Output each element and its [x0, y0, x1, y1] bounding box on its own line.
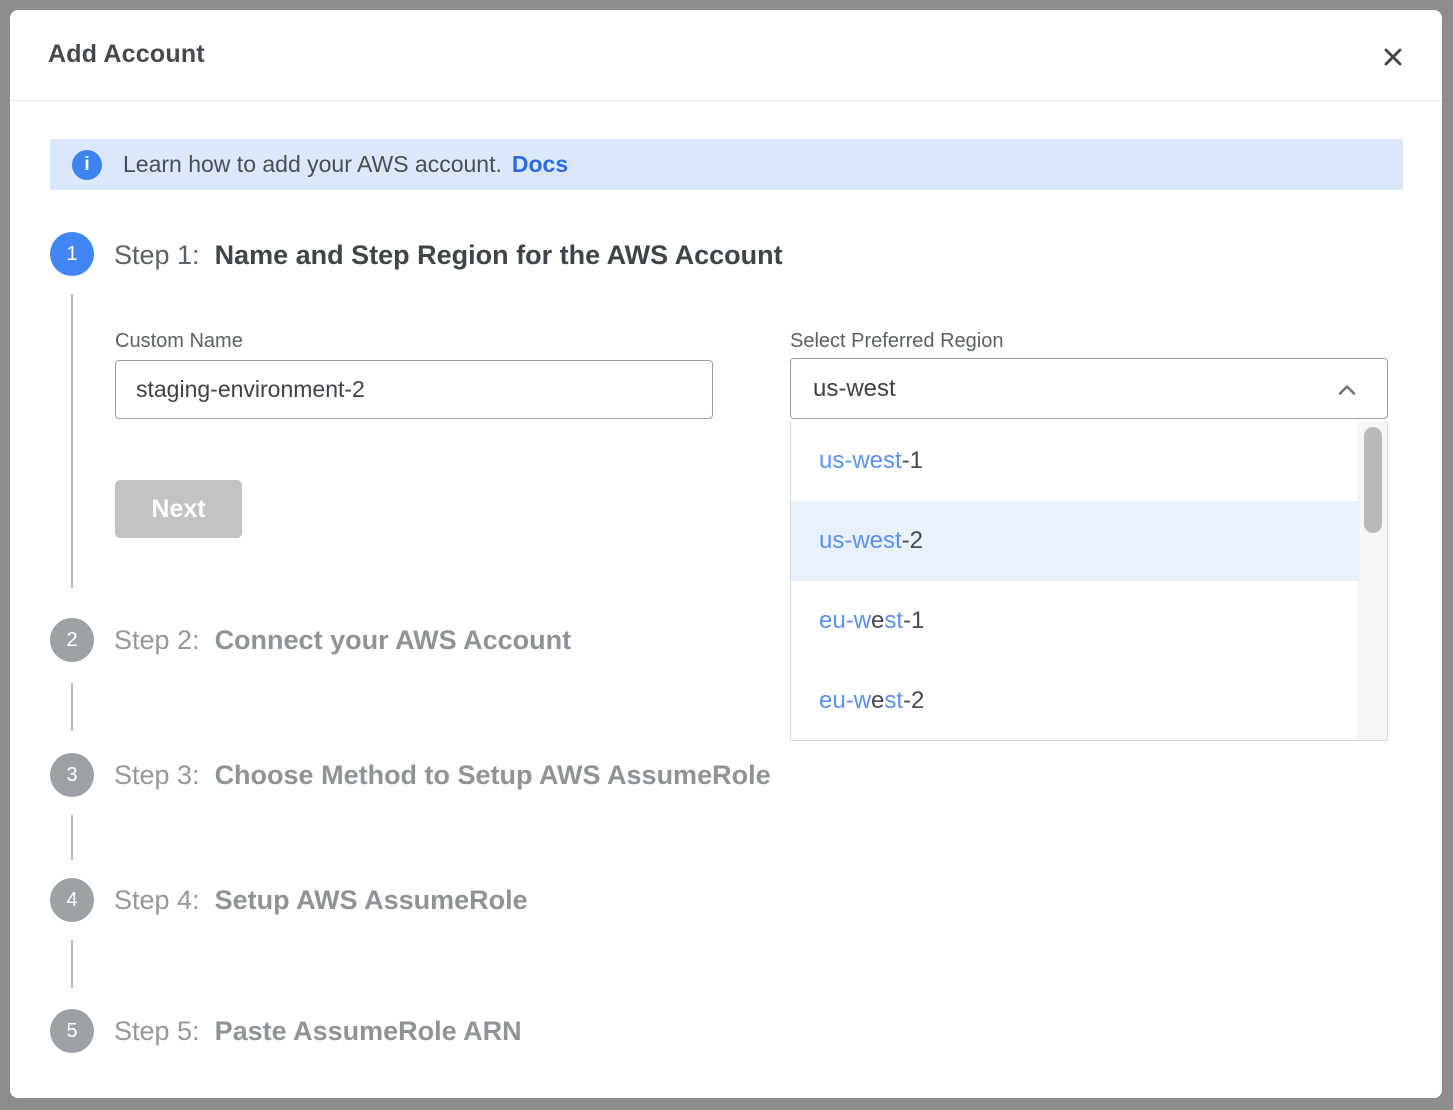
region-option-eu-west-2[interactable]: eu-west-2 [791, 661, 1360, 741]
option-text-segment: st [884, 607, 903, 635]
option-text-segment: e [871, 687, 884, 715]
banner-text: Learn how to add your AWS account. [123, 151, 502, 178]
step-1-number: 1 [66, 243, 77, 266]
region-dropdown-list: us-west-1us-west-2eu-west-1eu-west-2 [790, 421, 1388, 741]
step-4-indicator: 4 [50, 878, 94, 922]
custom-name-input[interactable] [115, 360, 713, 419]
region-option-us-west-1[interactable]: us-west-1 [791, 421, 1360, 501]
step-5-title: Paste AssumeRole ARN [215, 1016, 522, 1046]
step-5-number: 5 [66, 1020, 77, 1043]
step-4-number: 4 [66, 889, 77, 912]
option-text-segment: us-west [819, 447, 902, 475]
region-select[interactable]: us-west [790, 358, 1388, 419]
region-select-value: us-west [813, 375, 896, 403]
page-background: { "modal": { "title": "Add Account", "cl… [0, 0, 1453, 1110]
option-text-segment: -1 [902, 447, 923, 475]
step-1-title: Name and Step Region for the AWS Account [215, 240, 783, 270]
option-text-segment: eu-w [819, 687, 871, 715]
step-3-title: Choose Method to Setup AWS AssumeRole [215, 760, 771, 790]
step-5-label: Step 5: [114, 1016, 200, 1046]
info-banner: i Learn how to add your AWS account. Doc… [50, 139, 1403, 190]
custom-name-label: Custom Name [115, 330, 243, 353]
step-1-heading: Step 1: Name and Step Region for the AWS … [114, 237, 783, 273]
option-text-segment: us-west [819, 527, 902, 555]
step-4-label: Step 4: [114, 885, 200, 915]
step-connector-1 [71, 294, 73, 588]
header-divider [10, 100, 1442, 101]
option-text-segment: e [871, 607, 884, 635]
step-3-number: 3 [66, 764, 77, 787]
step-2-heading: Step 2: Connect your AWS Account [114, 622, 571, 658]
step-connector-2 [71, 683, 73, 731]
option-text-segment: -2 [903, 687, 924, 715]
dropdown-scrollbar-thumb[interactable] [1364, 427, 1382, 533]
step-4-title: Setup AWS AssumeRole [215, 885, 528, 915]
step-2-title: Connect your AWS Account [215, 625, 572, 655]
close-button[interactable] [1376, 40, 1410, 74]
step-connector-3 [71, 815, 73, 860]
step-5-heading: Step 5: Paste AssumeRole ARN [114, 1013, 522, 1049]
step-2-indicator: 2 [50, 618, 94, 662]
step-3-heading: Step 3: Choose Method to Setup AWS Assume… [114, 757, 771, 793]
step-3-label: Step 3: [114, 760, 200, 790]
step-1-indicator: 1 [50, 232, 94, 276]
step-5-indicator: 5 [50, 1009, 94, 1053]
option-text-segment: -1 [903, 607, 924, 635]
option-text-segment: -2 [902, 527, 923, 555]
add-account-modal: Add Account i Learn how to add your AWS … [10, 10, 1442, 1098]
docs-link[interactable]: Docs [512, 151, 568, 178]
option-text-segment: eu-w [819, 607, 871, 635]
info-icon: i [72, 150, 102, 180]
region-label: Select Preferred Region [790, 330, 1003, 353]
step-3-indicator: 3 [50, 753, 94, 797]
modal-title: Add Account [48, 40, 205, 69]
region-option-eu-west-1[interactable]: eu-west-1 [791, 581, 1360, 661]
step-4-heading: Step 4: Setup AWS AssumeRole [114, 882, 528, 918]
next-button[interactable]: Next [115, 480, 242, 538]
option-text-segment: st [884, 687, 903, 715]
chevron-up-icon[interactable] [1333, 376, 1361, 404]
close-icon [1379, 43, 1407, 71]
step-1-label: Step 1: [114, 240, 200, 270]
region-option-us-west-2[interactable]: us-west-2 [791, 501, 1360, 581]
step-2-number: 2 [66, 629, 77, 652]
step-2-label: Step 2: [114, 625, 200, 655]
dropdown-scrollbar-track[interactable] [1358, 421, 1387, 740]
step-connector-4 [71, 940, 73, 988]
